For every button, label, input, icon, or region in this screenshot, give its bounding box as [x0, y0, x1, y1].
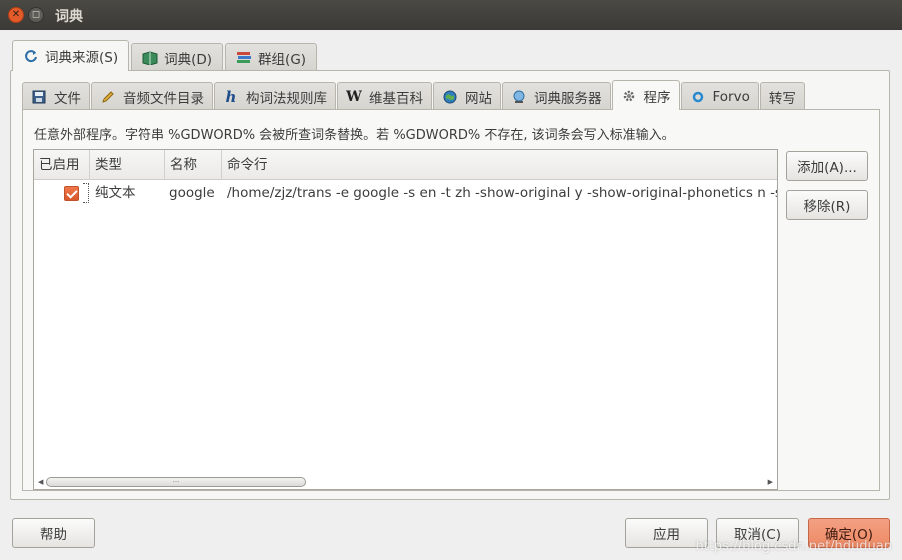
tab-label: 词典服务器 — [534, 90, 602, 107]
tab-wikipedia[interactable]: W 维基百科 — [337, 82, 432, 110]
tab-dictionary-sources[interactable]: 词典来源(S) — [12, 40, 130, 71]
window-title: 词典 — [55, 9, 83, 25]
scrollbar-grip: ··· — [172, 478, 180, 486]
tab-label: 维基百科 — [369, 90, 423, 107]
cell-type[interactable]: 纯文本 — [95, 180, 165, 206]
tab-label: 程序 — [643, 89, 671, 106]
window-close-button[interactable]: ✕ — [8, 7, 24, 23]
books-stack-icon — [236, 50, 252, 66]
programs-table[interactable]: 已启用 类型 名称 命令行 纯文本 google /home/zjz/trans… — [33, 149, 778, 490]
window-maximize-button[interactable]: ◻ — [28, 7, 44, 23]
enabled-checkbox[interactable] — [64, 186, 79, 201]
pencil-icon — [100, 89, 116, 105]
tab-sound-dirs[interactable]: 音频文件目录 — [91, 82, 213, 110]
scrollbar-thumb[interactable]: ··· — [46, 477, 306, 487]
column-header-command[interactable]: 命令行 — [222, 150, 777, 180]
tab-websites[interactable]: 网站 — [433, 82, 501, 110]
apply-button[interactable]: 应用 — [625, 518, 708, 548]
tab-label: 词典来源(S) — [45, 50, 119, 66]
scroll-left-arrow-icon[interactable]: ◀ — [38, 477, 43, 487]
main-tab-bar: 词典来源(S) 词典(D) 群组(G) — [12, 40, 319, 71]
tab-dictionaries[interactable]: 词典(D) — [131, 43, 224, 71]
tab-morphology[interactable]: h 构词法规则库 — [214, 82, 336, 110]
tab-dict-servers[interactable]: 词典服务器 — [502, 82, 611, 110]
table-header: 已启用 类型 名称 命令行 — [34, 150, 777, 180]
help-button[interactable]: 帮助 — [12, 518, 95, 548]
ok-button[interactable]: 确定(O) — [808, 518, 890, 548]
scroll-right-arrow-icon[interactable]: ▶ — [768, 477, 773, 487]
source-tab-bar: 文件 音频文件目录 h 构词法规则库 W 维基百科 网站 词典服务器 程序 Fo… — [22, 80, 806, 110]
floppy-icon — [31, 89, 47, 105]
tab-transliteration[interactable]: 转写 — [759, 82, 805, 110]
column-header-type[interactable]: 类型 — [90, 150, 165, 180]
tab-label: 文件 — [54, 90, 81, 107]
column-header-enabled[interactable]: 已启用 — [34, 150, 90, 180]
gear-icon — [621, 88, 637, 104]
cell-command[interactable]: /home/zjz/trans -e google -s en -t zh -s… — [227, 180, 777, 206]
add-button[interactable]: 添加(A)... — [786, 151, 868, 181]
tab-programs[interactable]: 程序 — [611, 80, 680, 110]
tab-files[interactable]: 文件 — [22, 82, 90, 110]
tab-groups[interactable]: 群组(G) — [225, 43, 318, 71]
focus-indicator — [83, 183, 89, 203]
title-bar: ✕ ◻ 词典 — [0, 0, 902, 30]
tab-label: 转写 — [768, 90, 796, 107]
tab-label: 词典(D) — [164, 51, 213, 68]
column-header-name[interactable]: 名称 — [165, 150, 222, 180]
tab-label: 网站 — [465, 90, 492, 107]
cell-name[interactable]: google — [169, 180, 222, 206]
refresh-icon — [23, 48, 39, 64]
book-icon — [142, 50, 158, 66]
tab-label: 构词法规则库 — [246, 90, 327, 107]
hunspell-h-icon: h — [225, 87, 237, 106]
forvo-icon — [690, 89, 706, 105]
server-globe-icon — [511, 89, 527, 105]
table-row[interactable]: 纯文本 google /home/zjz/trans -e google -s … — [34, 180, 777, 206]
remove-button[interactable]: 移除(R) — [786, 190, 868, 220]
tab-label: 音频文件目录 — [123, 90, 204, 107]
tab-forvo[interactable]: Forvo — [680, 82, 759, 110]
wikipedia-w-icon: W — [346, 88, 362, 105]
globe-icon — [442, 89, 458, 105]
cancel-button[interactable]: 取消(C) — [716, 518, 799, 548]
programs-description: 任意外部程序。字符串 %GDWORD% 会被所查词条替换。若 %GDWORD% … — [34, 128, 675, 143]
tab-label: 群组(G) — [258, 51, 307, 68]
tab-label: Forvo — [712, 88, 750, 105]
horizontal-scrollbar[interactable]: ◀ ··· ▶ — [36, 477, 775, 487]
